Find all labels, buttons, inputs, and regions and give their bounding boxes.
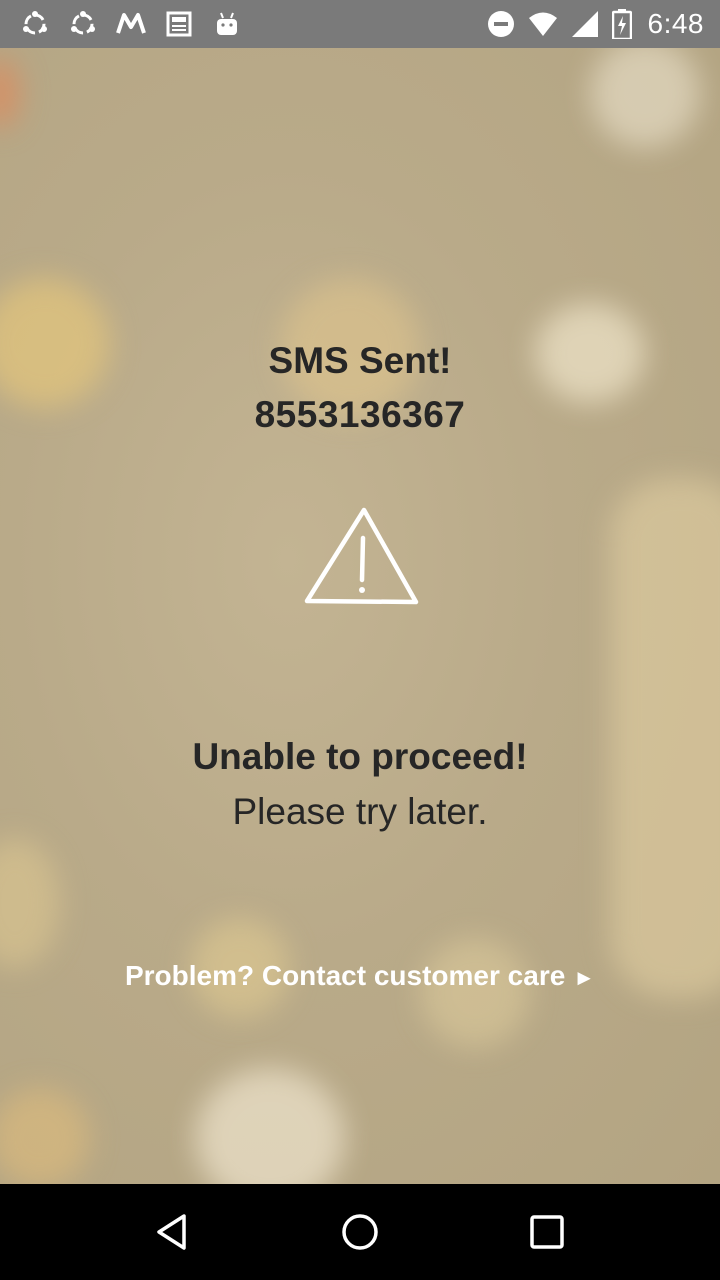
- status-message-panel: SMS Sent! 8553136367 Unable to proceed! …: [0, 48, 720, 1184]
- battery-charging-icon: [611, 9, 632, 39]
- status-bar: 6:48: [0, 0, 720, 48]
- home-icon: [342, 1214, 378, 1250]
- wifi-icon: [528, 9, 558, 39]
- back-icon: [157, 1214, 187, 1250]
- recents-button[interactable]: [517, 1202, 577, 1262]
- share-it-icon: [20, 9, 50, 39]
- news-icon: [164, 9, 194, 39]
- home-button[interactable]: [330, 1202, 390, 1262]
- phone-number: 8553136367: [254, 394, 466, 435]
- myntra-icon: [116, 9, 146, 39]
- do-not-disturb-icon: [486, 9, 516, 39]
- play-arrow-icon: ►: [573, 965, 596, 990]
- recents-icon: [529, 1215, 564, 1249]
- warning-icon: [302, 506, 420, 610]
- navigation-bar: [0, 1184, 720, 1280]
- status-time: 6:48: [647, 8, 704, 39]
- share-it-icon: [68, 9, 98, 39]
- error-title: Unable to proceed!: [192, 736, 528, 777]
- system-icons: 6:48: [486, 8, 705, 40]
- error-subtitle: Please try later.: [232, 791, 488, 832]
- notification-icons: [20, 9, 242, 39]
- sms-sent-title: SMS Sent!: [268, 340, 452, 381]
- android-icon: [212, 9, 242, 39]
- contact-link-label: Problem? Contact customer care: [124, 960, 566, 991]
- cell-signal-icon: [570, 9, 600, 39]
- back-button[interactable]: [143, 1202, 203, 1262]
- main-screen: SMS Sent! 8553136367 Unable to proceed! …: [0, 48, 720, 1184]
- contact-customer-care-link[interactable]: Problem? Contact customer care ►: [0, 960, 720, 992]
